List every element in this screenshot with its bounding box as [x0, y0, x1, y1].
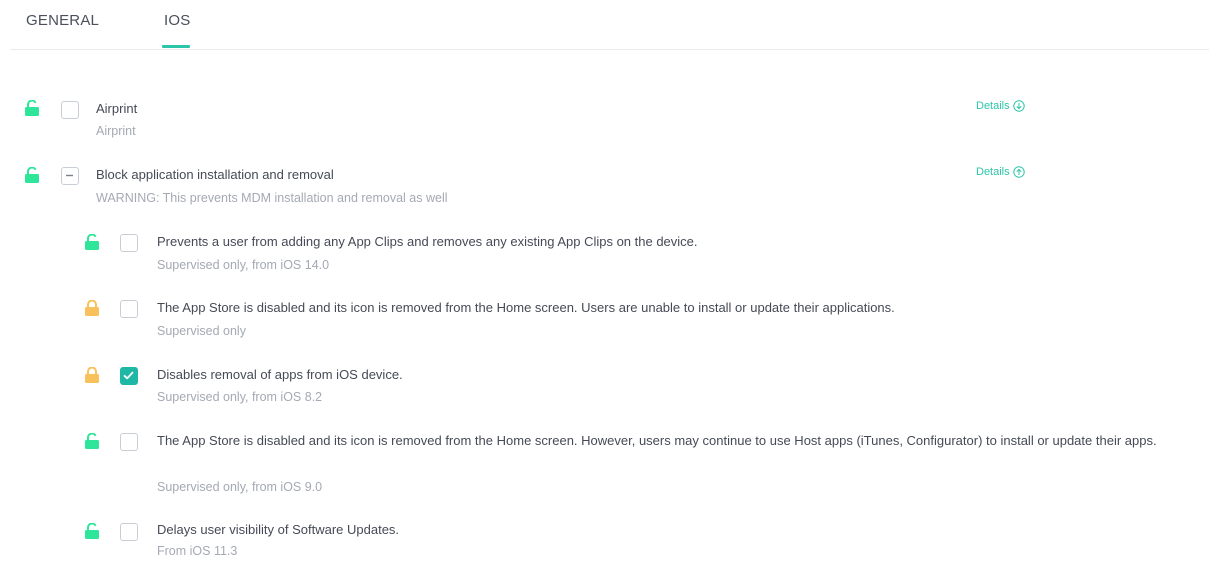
setting-title: The App Store is disabled and its icon i…	[157, 433, 1157, 448]
setting-subtitle: From iOS 11.3	[157, 544, 238, 558]
locked-icon[interactable]	[85, 300, 99, 316]
details-link[interactable]: Details	[976, 100, 1025, 112]
setting-subtitle: Supervised only	[157, 324, 246, 338]
tab-bar: GENERAL IOS	[10, 0, 1209, 50]
locked-icon[interactable]	[85, 367, 99, 383]
setting-subtitle: Airprint	[96, 124, 136, 138]
setting-title: Airprint	[96, 101, 138, 116]
details-link[interactable]: Details	[976, 166, 1025, 178]
host-apps-checkbox[interactable]	[120, 433, 138, 451]
delay-updates-checkbox[interactable]	[120, 523, 138, 541]
tab-general[interactable]: GENERAL	[26, 12, 99, 29]
unlocked-icon[interactable]	[25, 100, 39, 116]
active-tab-indicator	[162, 45, 190, 48]
unlocked-icon[interactable]	[85, 234, 99, 250]
setting-subtitle: Supervised only, from iOS 14.0	[157, 258, 330, 272]
setting-title: Disables removal of apps from iOS device…	[157, 367, 403, 382]
setting-title: Delays user visibility of Software Updat…	[157, 522, 400, 537]
unlocked-icon[interactable]	[25, 167, 39, 183]
block-app-install-checkbox[interactable]	[61, 167, 79, 185]
unlocked-icon[interactable]	[85, 433, 99, 449]
setting-subtitle: Supervised only, from iOS 8.2	[157, 390, 323, 404]
airprint-checkbox[interactable]	[61, 101, 79, 119]
disable-app-removal-checkbox[interactable]	[120, 367, 138, 385]
setting-title: The App Store is disabled and its icon i…	[157, 300, 895, 315]
arrow-down-circle-icon	[1012, 100, 1025, 112]
app-store-disabled-checkbox[interactable]	[120, 300, 138, 318]
checkmark-icon	[121, 368, 137, 383]
setting-title: Block application installation and remov…	[96, 167, 334, 182]
setting-title: Prevents a user from adding any App Clip…	[157, 234, 698, 249]
unlocked-icon[interactable]	[85, 523, 99, 539]
setting-subtitle: Supervised only, from iOS 9.0	[157, 480, 323, 494]
app-clips-checkbox[interactable]	[120, 234, 138, 252]
tab-ios[interactable]: IOS	[164, 12, 190, 29]
setting-subtitle: WARNING: This prevents MDM installation …	[96, 191, 448, 205]
details-label: Details	[976, 166, 1010, 178]
details-label: Details	[976, 100, 1010, 112]
arrow-up-circle-icon	[1012, 166, 1025, 178]
